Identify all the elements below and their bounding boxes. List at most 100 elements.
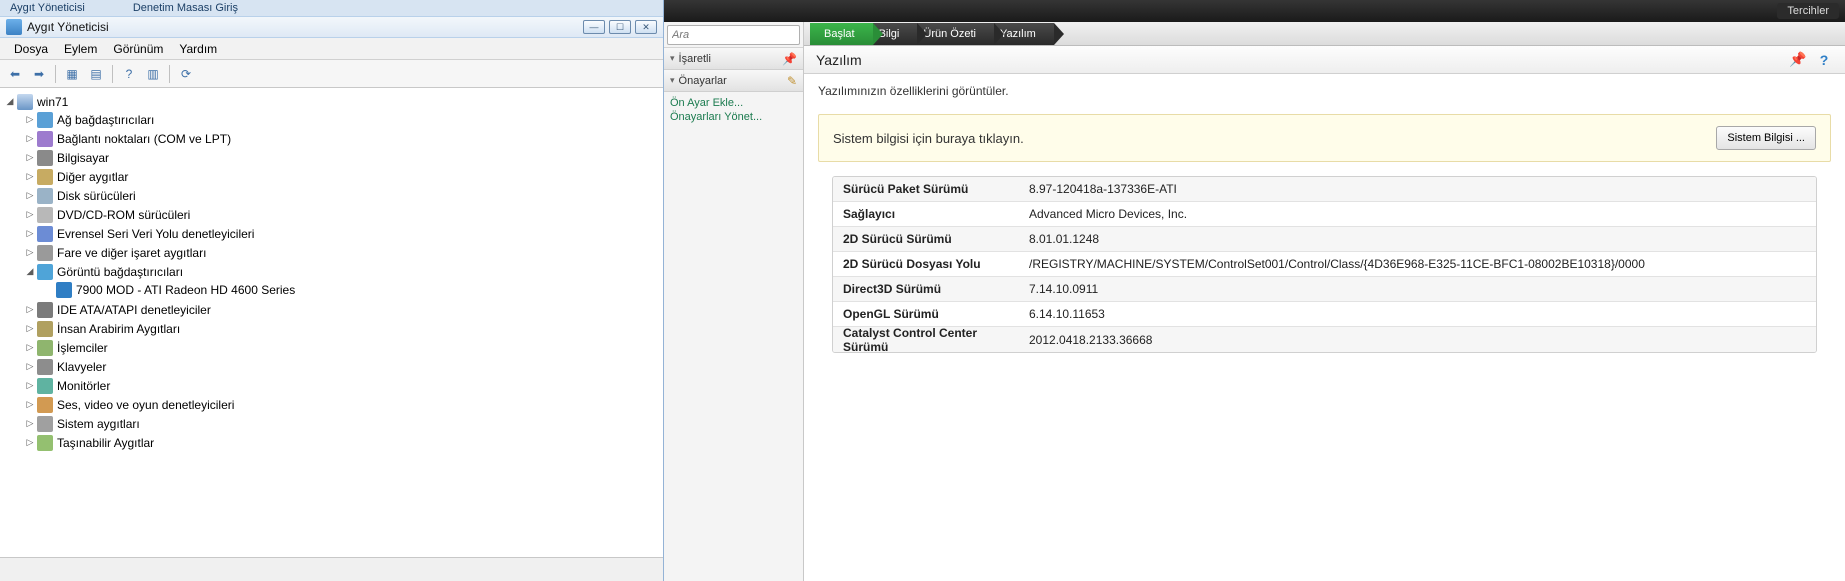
bg-tab-devmgr[interactable]: Aygıt Yöneticisi: [10, 2, 85, 14]
tree-node[interactable]: ▷İşlemciler: [4, 339, 661, 356]
chevron-down-icon: ▾: [670, 53, 675, 64]
tree-node[interactable]: ▷Bağlantı noktaları (COM ve LPT): [4, 130, 661, 147]
help-icon[interactable]: ?: [1815, 51, 1833, 69]
preset-add-link[interactable]: Ön Ayar Ekle...: [670, 96, 797, 110]
tree-node-label: IDE ATA/ATAPI denetleyiciler: [57, 303, 211, 317]
tree-node[interactable]: ▷ Disk sürücüleri: [4, 187, 661, 204]
expand-icon[interactable]: ▷: [24, 133, 36, 145]
tree-node[interactable]: ▷ IDE ATA/ATAPI denetleyiciler: [4, 301, 661, 318]
help-button[interactable]: ?: [118, 63, 140, 85]
devmgr-tree[interactable]: ◢win71 ▷ Ağ bağdaştırıcıları ▷Bağlantı nokt…: [0, 88, 663, 557]
tree-node[interactable]: ▷Monitörler: [4, 377, 661, 394]
menu-help[interactable]: Yardım: [171, 40, 225, 58]
menu-file[interactable]: Dosya: [6, 40, 56, 58]
expand-icon[interactable]: ▷: [24, 342, 36, 354]
expand-icon[interactable]: ▷: [24, 399, 36, 411]
tree-node[interactable]: ▷ Evrensel Seri Veri Yolu denetleyicileri: [4, 225, 661, 242]
app-icon: [6, 19, 22, 35]
tab-start[interactable]: Başlat: [810, 23, 873, 45]
expand-icon[interactable]: ▷: [24, 418, 36, 430]
tree-node[interactable]: ▷ Ağ bağdaştırıcıları: [4, 111, 661, 128]
devmgr-title: Aygıt Yöneticisi: [27, 20, 109, 34]
presets-icon: ✎: [787, 74, 797, 88]
expand-icon[interactable]: ▷: [24, 304, 36, 316]
page-title: Yazılım: [816, 52, 862, 68]
expand-icon[interactable]: ▷: [24, 152, 36, 164]
tree-root-node[interactable]: ◢win71: [4, 93, 661, 110]
ccc-sidebar: 🔍 ▾ İşaretli 📌 ▾ Önayarlar ✎ Ön Ayar Ekl…: [664, 22, 804, 581]
tree-node-label: Görüntü bağdaştırıcıları: [57, 265, 183, 279]
view-button[interactable]: ▤: [85, 63, 107, 85]
tree-node[interactable]: ◢ Görüntü bağdaştırıcıları: [4, 263, 661, 280]
devmgr-statusbar: [0, 557, 663, 581]
expand-icon[interactable]: ▷: [24, 323, 36, 335]
chevron-down-icon: ▾: [670, 75, 675, 86]
expand-icon[interactable]: ▷: [24, 209, 36, 221]
expand-icon[interactable]: ▷: [24, 437, 36, 449]
devmgr-titlebar[interactable]: Aygıt Yöneticisi — ☐ ✕: [0, 16, 663, 38]
kb-icon: [37, 359, 53, 375]
menu-action[interactable]: Eylem: [56, 40, 105, 58]
tree-node-label: Ses, video ve oyun denetleyicileri: [57, 398, 234, 412]
tree-leaf[interactable]: 7900 MOD - ATI Radeon HD 4600 Series: [4, 281, 661, 298]
row-key: Sürücü Paket Sürümü: [833, 182, 1023, 196]
preferences-button[interactable]: Tercihler: [1777, 3, 1839, 19]
usb-icon: [37, 226, 53, 242]
tree-node[interactable]: ▷ Ses, video ve oyun denetleyicileri: [4, 396, 661, 413]
minimize-button[interactable]: —: [583, 20, 605, 34]
tree-node-label: DVD/CD-ROM sürücüleri: [57, 208, 190, 222]
tree-node[interactable]: ▷Taşınabilir Aygıtlar: [4, 434, 661, 451]
tree-node[interactable]: ▷Klavyeler: [4, 358, 661, 375]
close-button[interactable]: ✕: [635, 20, 657, 34]
properties-button[interactable]: ▥: [142, 63, 164, 85]
row-value: 8.01.01.1248: [1023, 232, 1816, 246]
back-button[interactable]: ⬅: [4, 63, 26, 85]
expand-icon[interactable]: ▷: [24, 190, 36, 202]
bg-tab-control-panel[interactable]: Denetim Masası Giriş: [133, 2, 238, 14]
pin-page-icon[interactable]: 📌: [1789, 51, 1807, 69]
tree-node[interactable]: ▷ Sistem aygıtları: [4, 415, 661, 432]
tree-node-label: Sistem aygıtları: [57, 417, 140, 431]
tree-node[interactable]: ▷Bilgisayar: [4, 149, 661, 166]
system-info-banner[interactable]: Sistem bilgisi için buraya tıklayın. Sis…: [818, 114, 1831, 162]
accordion-presets[interactable]: ▾ Önayarlar ✎: [664, 70, 803, 92]
menu-view[interactable]: Görünüm: [105, 40, 171, 58]
show-hidden-button[interactable]: ▦: [61, 63, 83, 85]
background-window-tabs: Aygıt Yöneticisi Denetim Masası Giriş: [0, 0, 663, 16]
grid-icon: ▦: [66, 67, 77, 81]
scan-hardware-button[interactable]: ⟳: [175, 63, 197, 85]
collapse-icon[interactable]: ◢: [24, 266, 36, 278]
scan-icon: ⟳: [181, 67, 191, 81]
port-icon: [37, 131, 53, 147]
search-input[interactable]: [672, 29, 815, 41]
forward-button[interactable]: ➡: [28, 63, 50, 85]
toolbar-separator: [169, 65, 170, 83]
expand-icon[interactable]: ▷: [24, 228, 36, 240]
collapse-icon[interactable]: ◢: [4, 96, 16, 108]
tree-node-label: Evrensel Seri Veri Yolu denetleyicileri: [57, 227, 254, 241]
tree-node[interactable]: ▷İnsan Arabirim Aygıtları: [4, 320, 661, 337]
ccc-search: 🔍: [664, 22, 803, 48]
tree-node-label: Disk sürücüleri: [57, 189, 136, 203]
expand-icon[interactable]: ▷: [24, 361, 36, 373]
row-key: Direct3D Sürümü: [833, 282, 1023, 296]
expand-icon[interactable]: ▷: [24, 171, 36, 183]
tree-node[interactable]: ▷Diğer aygıtlar: [4, 168, 661, 185]
row-value: 6.14.10.11653: [1023, 307, 1816, 321]
net-icon: [37, 112, 53, 128]
properties-icon: ▥: [147, 67, 158, 81]
expand-icon[interactable]: ▷: [24, 247, 36, 259]
tree-node-label: Ağ bağdaştırıcıları: [57, 113, 154, 127]
expand-icon[interactable]: ▷: [24, 114, 36, 126]
table-row: OpenGL Sürümü6.14.10.11653: [833, 302, 1816, 327]
software-info-table: Sürücü Paket Sürümü8.97-120418a-137336E-…: [832, 176, 1817, 353]
preset-manage-link[interactable]: Önayarları Yönet...: [670, 110, 797, 124]
tree-node[interactable]: ▷Fare ve diğer işaret aygıtları: [4, 244, 661, 261]
row-key: OpenGL Sürümü: [833, 307, 1023, 321]
expand-icon[interactable]: ▷: [24, 380, 36, 392]
table-row: Catalyst Control Center Sürümü2012.0418.…: [833, 327, 1816, 352]
maximize-button[interactable]: ☐: [609, 20, 631, 34]
system-info-button[interactable]: Sistem Bilgisi ...: [1716, 126, 1816, 150]
accordion-pinned[interactable]: ▾ İşaretli 📌: [664, 48, 803, 70]
tree-node[interactable]: ▷ DVD/CD-ROM sürücüleri: [4, 206, 661, 223]
